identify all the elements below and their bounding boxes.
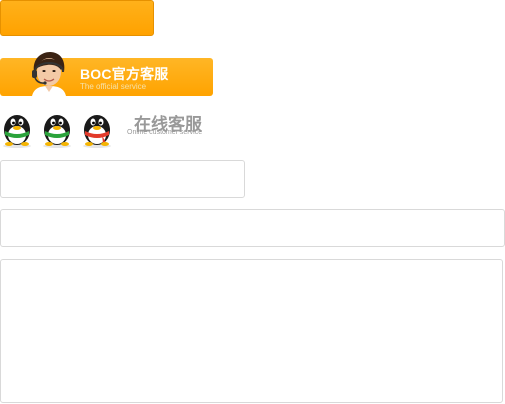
banner-subtitle: The official service bbox=[80, 82, 147, 91]
qq-penguin-icon[interactable] bbox=[40, 108, 74, 148]
online-service-subtitle: Online customer service bbox=[127, 129, 203, 136]
online-service-panel: 在线客服 Online customer service bbox=[0, 108, 220, 150]
official-service-banner[interactable]: BOC官方客服 The official service bbox=[0, 52, 213, 96]
qq-penguin-icon[interactable] bbox=[0, 108, 34, 148]
message-textarea[interactable] bbox=[0, 259, 503, 403]
qq-penguin-icon[interactable] bbox=[80, 108, 114, 148]
contact-input[interactable] bbox=[0, 209, 505, 247]
name-input[interactable] bbox=[0, 160, 245, 198]
page: BOC官方客服 The official service 在线客服 Online… bbox=[0, 0, 505, 404]
submit-button[interactable] bbox=[0, 0, 154, 36]
customer-service-agent-icon bbox=[32, 52, 66, 96]
banner-title: BOC官方客服 bbox=[80, 66, 169, 82]
